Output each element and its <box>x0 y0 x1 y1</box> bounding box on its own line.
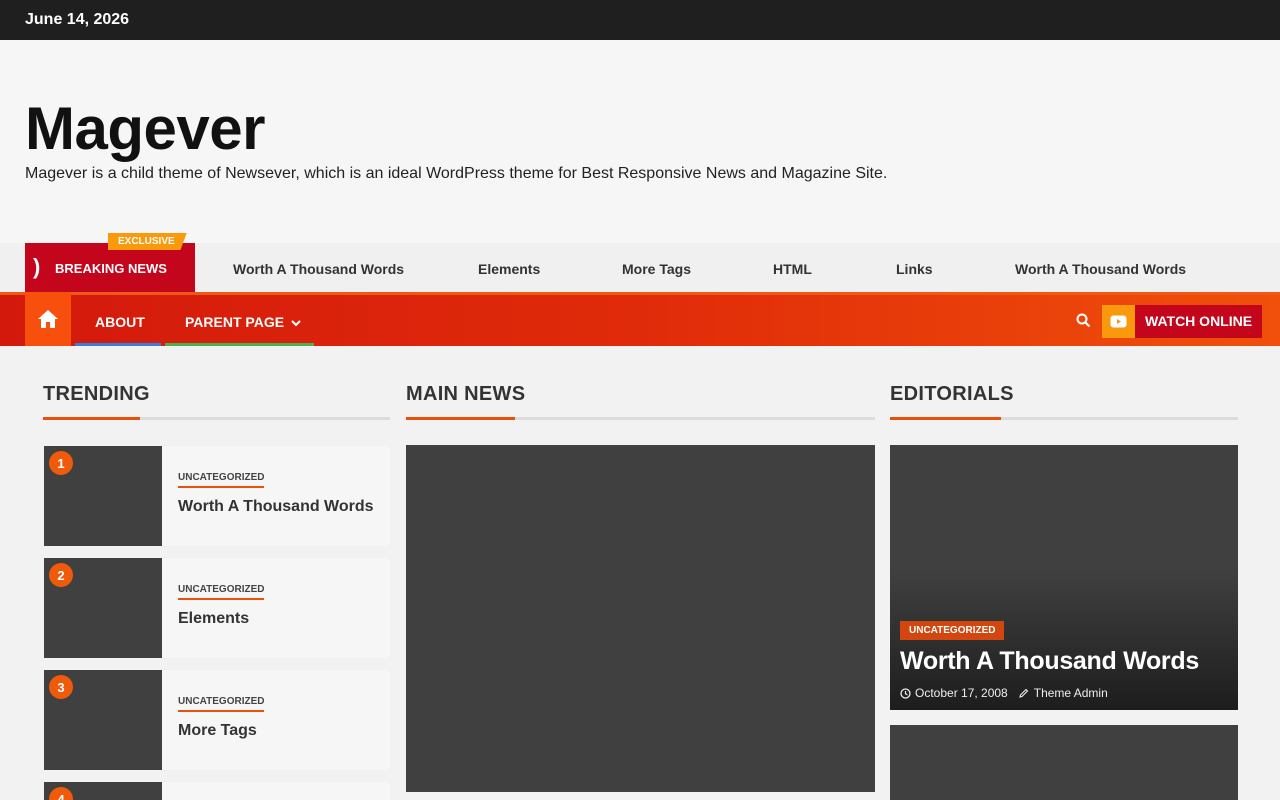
editorial-card[interactable] <box>890 725 1238 800</box>
trending-title[interactable]: Worth A Thousand Words <box>178 498 374 516</box>
trending-rank-badge: 3 <box>49 675 73 699</box>
trending-rank-badge: 2 <box>49 563 73 587</box>
ticker-item[interactable]: More Tags <box>622 261 691 277</box>
ticker-item[interactable]: Elements <box>478 261 540 277</box>
home-icon <box>38 310 58 328</box>
trending-thumbnail[interactable]: 4 <box>44 782 162 800</box>
trending-title[interactable]: Elements <box>178 610 249 628</box>
trending-item[interactable]: 1 UNCATEGORIZED Worth A Thousand Words <box>44 446 390 546</box>
main-news-heading: MAIN NEWS <box>406 383 526 405</box>
breaking-news-label: BREAKING NEWS <box>55 261 167 276</box>
pencil-icon <box>1018 688 1029 698</box>
main-navigation: ABOUT PARENT PAGE WATCH ONLINE <box>0 292 1280 346</box>
ticker-item[interactable]: Links <box>896 261 933 277</box>
home-button[interactable] <box>25 292 71 346</box>
category-tag[interactable]: UNCATEGORIZED <box>178 584 265 600</box>
editorials-heading-rule <box>890 417 1238 420</box>
top-bar: June 14, 2026 <box>0 0 1280 40</box>
main-news-heading-rule <box>406 417 875 420</box>
post-meta: October 17, 2008 Theme Admin <box>900 686 1108 700</box>
search-icon[interactable] <box>1076 313 1091 333</box>
watch-online-button[interactable]: WATCH ONLINE <box>1102 305 1263 338</box>
post-author[interactable]: Theme Admin <box>1034 686 1108 700</box>
nav-parent-page[interactable]: PARENT PAGE <box>185 314 301 330</box>
post-date[interactable]: October 17, 2008 <box>915 686 1008 700</box>
ticker-item[interactable]: HTML <box>773 261 812 277</box>
editorial-card[interactable]: UNCATEGORIZED Worth A Thousand Words Oct… <box>890 445 1238 710</box>
category-tag[interactable]: UNCATEGORIZED <box>178 696 265 712</box>
trending-thumbnail[interactable]: 1 <box>44 446 162 546</box>
chevron-down-icon <box>291 320 301 327</box>
breaking-news-badge: EXCLUSIVE ) BREAKING NEWS <box>25 233 195 292</box>
trending-title[interactable]: More Tags <box>178 722 257 740</box>
category-tag[interactable]: UNCATEGORIZED <box>900 621 1005 640</box>
main-news-image[interactable] <box>406 445 875 792</box>
nav-about-underline <box>75 343 161 346</box>
signal-icon: ) <box>33 254 41 279</box>
category-tag[interactable]: UNCATEGORIZED <box>178 472 265 488</box>
clock-icon <box>900 687 911 699</box>
trending-heading-rule <box>43 417 390 420</box>
trending-item[interactable]: 3 UNCATEGORIZED More Tags <box>44 670 390 770</box>
trending-rank-badge: 1 <box>49 451 73 475</box>
trending-item[interactable]: 4 <box>44 782 390 800</box>
trending-item[interactable]: 2 UNCATEGORIZED Elements <box>44 558 390 658</box>
breaking-news-ticker: EXCLUSIVE ) BREAKING NEWS Worth A Thousa… <box>0 233 1280 292</box>
site-description: Magever is a child theme of Newsever, wh… <box>25 165 888 182</box>
exclusive-label: EXCLUSIVE <box>108 233 187 250</box>
editorials-heading: EDITORIALS <box>890 383 1014 405</box>
site-title[interactable]: Magever <box>25 94 265 164</box>
site-header: Magever Magever is a child theme of News… <box>0 40 1280 243</box>
nav-parent-page-underline <box>165 343 314 346</box>
current-date: June 14, 2026 <box>25 11 130 28</box>
trending-heading: TRENDING <box>43 383 150 405</box>
watch-online-label: WATCH ONLINE <box>1135 305 1263 338</box>
ticker-item[interactable]: Worth A Thousand Words <box>233 261 404 277</box>
trending-thumbnail[interactable]: 3 <box>44 670 162 770</box>
nav-about[interactable]: ABOUT <box>95 314 145 330</box>
editorial-title[interactable]: Worth A Thousand Words <box>900 647 1199 676</box>
trending-rank-badge: 4 <box>49 787 73 800</box>
youtube-icon <box>1102 305 1135 338</box>
ticker-item[interactable]: Worth A Thousand Words <box>1015 261 1186 277</box>
nav-parent-page-label: PARENT PAGE <box>185 314 285 330</box>
trending-thumbnail[interactable]: 2 <box>44 558 162 658</box>
